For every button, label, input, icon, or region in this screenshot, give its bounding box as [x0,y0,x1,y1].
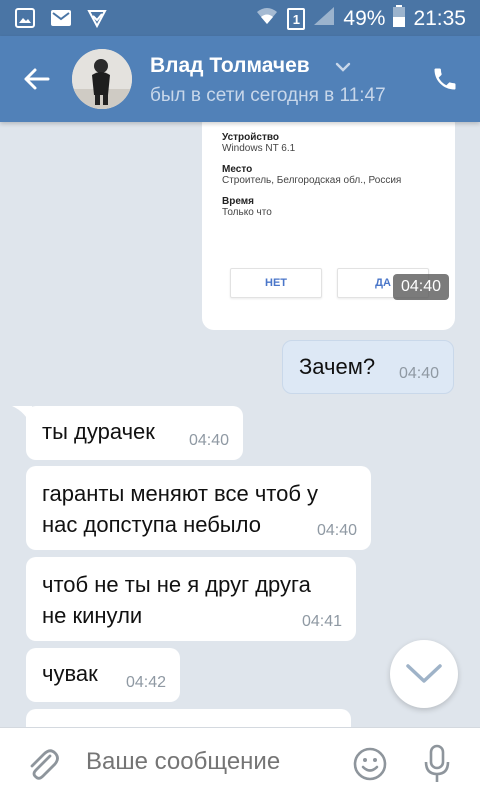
scroll-to-bottom-button[interactable] [390,640,458,708]
message-text: чтоб не ты не я друг друга не кинули [42,572,311,628]
message-time: 04:40 [316,522,357,539]
wifi-icon [255,6,279,32]
status-bar: 1 49% 21:35 [0,0,480,36]
place-label: Место [222,164,253,175]
back-button[interactable] [18,61,54,97]
arrow-left-icon [24,68,50,90]
clock: 21:35 [413,7,466,30]
message-time: 04:42 [125,674,166,691]
chevron-down-icon [406,664,442,683]
message-time: 04:40 [188,432,229,449]
message-input[interactable] [86,748,336,776]
message-bubble-incoming[interactable]: ты дурачек 04:40 [12,406,243,460]
battery-icon [393,5,406,33]
smile-icon[interactable] [352,746,388,782]
mail-icon [50,7,72,29]
screenshot-content: Устройство Windows NT 6.1 Место Строител… [222,122,442,228]
message-text: ты дурачек [42,419,155,444]
sim-icon: 1 [287,8,306,30]
phone-icon [434,68,456,90]
device-value: Windows NT 6.1 [222,143,296,154]
message-list[interactable]: Устройство Windows NT 6.1 Место Строител… [0,122,480,727]
time-label: Время [222,196,254,207]
battery-percent: 49% [343,7,386,30]
message-bubble-outgoing[interactable]: Зачем? 04:40 [282,340,454,394]
paperclip-icon[interactable] [22,744,62,784]
chevron-down-icon[interactable] [334,58,352,76]
device-label: Устройство [222,132,279,143]
screenshot-attachment[interactable]: Устройство Windows NT 6.1 Место Строител… [202,122,455,330]
message-time: 04:40 [398,365,439,382]
message-time: 04:41 [301,613,342,630]
message-bubble-incoming[interactable]: чувак 04:42 [26,648,180,702]
place-value: Строитель, Белгородская обл., Россия [222,175,402,186]
message-text: Зачем? [299,354,376,379]
message-bubble-incoming[interactable]: гаранты меняют все чтоб у нас допступа н… [26,466,371,550]
chat-header: Влад Толмачев был в сети сегодня в 11:47 [0,36,480,122]
message-bubble-incoming-partial[interactable] [26,709,351,727]
message-composer [0,727,480,800]
message-text: гаранты меняют все чтоб у нас допступа н… [42,481,319,537]
gallery-icon [14,7,36,29]
avatar[interactable] [72,49,132,109]
microphone-icon[interactable] [422,744,452,784]
call-button[interactable] [428,62,462,96]
vk-notification-icon [86,7,108,29]
time-value: Только что [222,207,272,218]
contact-status: был в сети сегодня в 11:47 [150,85,386,106]
signal-icon [313,6,335,32]
no-button: НЕТ [230,268,322,298]
message-text: чувак [42,661,98,686]
bubble-tail [12,406,32,428]
message-bubble-incoming[interactable]: чтоб не ты не я друг друга не кинули 04:… [26,557,356,641]
attachment-timestamp: 04:40 [392,274,449,300]
contact-name[interactable]: Влад Толмачев [150,54,310,78]
